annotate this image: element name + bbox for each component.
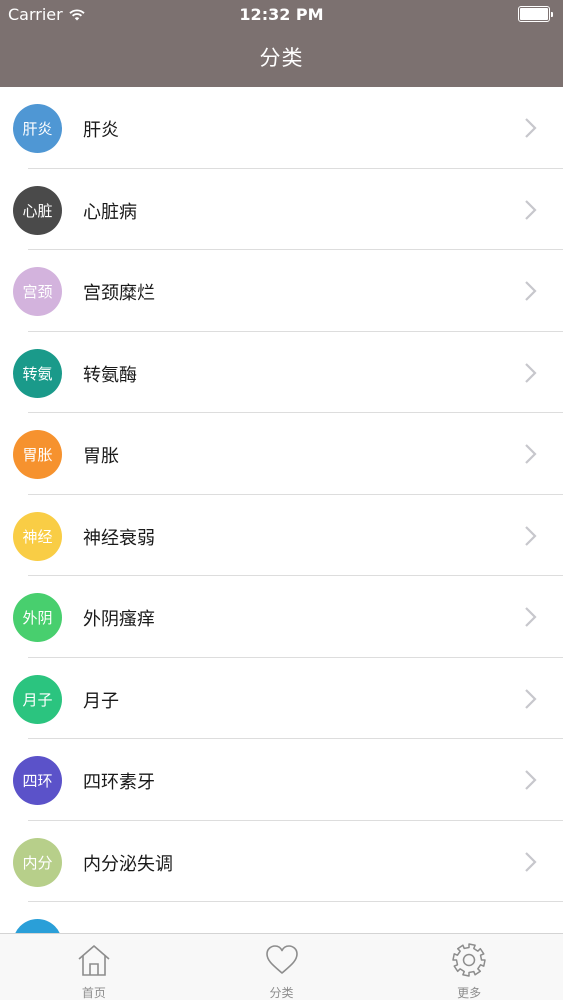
category-avatar: 肝炎: [13, 104, 62, 153]
category-row[interactable]: 肝炎 肝炎: [0, 87, 563, 169]
category-row[interactable]: 心脏 心脏病: [0, 169, 563, 251]
chevron-right-icon: [525, 525, 537, 546]
category-row[interactable]: 转氨 转氨酶: [0, 332, 563, 414]
status-bar: Carrier 12:32 PM: [0, 0, 563, 28]
category-avatar: 神经: [13, 511, 62, 561]
category-avatar: 外阴: [13, 593, 62, 642]
category-avatar: 四环: [13, 756, 62, 805]
category-list[interactable]: 肝炎 肝炎 心脏 心脏病 宫颈 宫颈糜烂 转氨 转氨酶 胃胀 胃胀 神经 神经衰弱 外阴 外阴瘙痒 月子 月子…: [0, 87, 563, 933]
category-label: 四环素牙: [83, 772, 155, 793]
category-avatar: 转氨: [13, 348, 62, 398]
tab-home[interactable]: 首页: [0, 934, 188, 1000]
home-icon: [78, 945, 110, 976]
category-avatar: 胃胀: [13, 430, 62, 479]
category-label: 外阴瘙痒: [83, 609, 155, 630]
battery-icon: [518, 6, 553, 22]
chevron-right-icon: [525, 199, 537, 220]
tab-more[interactable]: 更多: [375, 934, 563, 1000]
category-row[interactable]: 胃胀 胃胀: [0, 413, 563, 495]
category-label: 心脏病: [83, 201, 137, 223]
category-row[interactable]: 外阴 外阴瘙痒: [0, 576, 563, 658]
category-avatar: 月子: [13, 674, 62, 724]
gear-icon: [452, 943, 486, 977]
status-time: 12:32 PM: [239, 5, 324, 24]
chevron-right-icon: [525, 607, 537, 627]
chevron-right-icon: [525, 444, 537, 464]
category-row[interactable]: 四环 四环素牙: [0, 739, 563, 821]
chevron-right-icon: [525, 851, 537, 872]
category-row[interactable]: 宫颈 宫颈糜烂: [0, 250, 563, 332]
category-avatar: 宫颈: [13, 267, 62, 316]
category-avatar: 心脏: [13, 185, 62, 235]
tab-home-label: 首页: [81, 986, 106, 1000]
category-row[interactable]: 内分 内分泌失调: [0, 821, 563, 903]
category-label: 神经衰弱: [83, 527, 155, 549]
heart-icon: [265, 945, 298, 974]
chevron-right-icon: [525, 281, 537, 301]
tab-category-label: 分类: [269, 986, 294, 1000]
category-label: 宫颈糜烂: [83, 283, 155, 304]
category-label: 转氨酶: [83, 364, 137, 386]
category-label: 肝炎: [83, 120, 119, 141]
tab-bar: 首页 分类 更多: [0, 933, 563, 1000]
page-title: 分类: [259, 46, 304, 70]
chevron-right-icon: [525, 118, 537, 138]
chevron-right-icon: [525, 688, 537, 709]
category-label: 内分泌失调: [83, 853, 173, 875]
tab-category[interactable]: 分类: [188, 934, 376, 1000]
category-row[interactable]: 神经 神经衰弱: [0, 495, 563, 577]
category-label: 胃胀: [83, 446, 119, 467]
category-row[interactable]: 月子 月子: [0, 658, 563, 740]
tab-more-label: 更多: [457, 986, 482, 1000]
category-label: 月子: [83, 690, 119, 712]
chevron-right-icon: [525, 362, 537, 383]
header: Carrier 12:32 PM 分类: [0, 0, 563, 87]
category-avatar: 内分: [13, 837, 62, 887]
chevron-right-icon: [525, 770, 537, 790]
category-avatar: [13, 919, 62, 933]
category-row[interactable]: [0, 902, 563, 933]
